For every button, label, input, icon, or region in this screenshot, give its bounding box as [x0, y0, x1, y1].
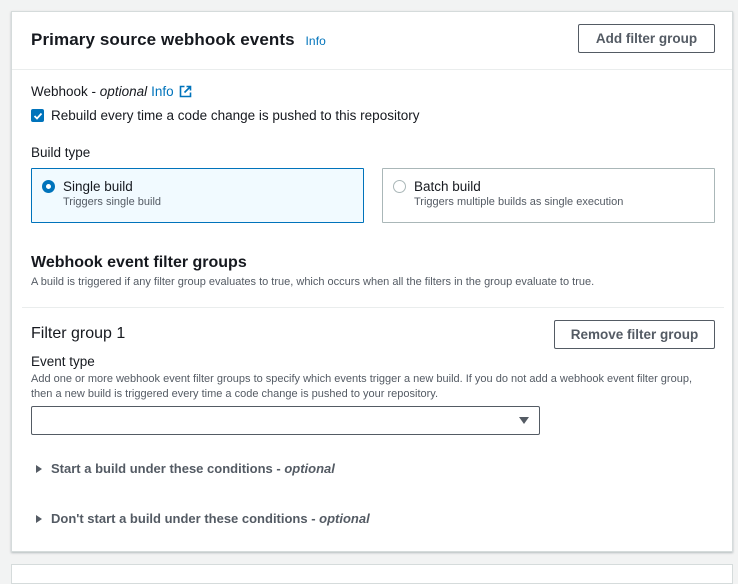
remove-filter-group-button[interactable]: Remove filter group [554, 320, 715, 349]
caret-right-icon [36, 464, 42, 473]
event-type-description-line-2: then a new build is triggered every time… [31, 388, 439, 400]
build-type-option-batch[interactable]: Batch build Triggers multiple builds as … [382, 168, 715, 223]
dont-start-conditions-separator: - [307, 511, 320, 526]
filter-groups-section-title: Webhook event filter groups [31, 254, 247, 271]
rebuild-checkbox[interactable] [31, 109, 44, 122]
single-build-radio[interactable] [42, 180, 55, 193]
batch-build-description: Triggers multiple builds as single execu… [414, 196, 624, 208]
rebuild-checkbox-row[interactable]: Rebuild every time a code change is push… [31, 108, 419, 123]
batch-build-title: Batch build [414, 179, 481, 194]
batch-build-radio[interactable] [393, 180, 406, 193]
panel-header: Primary source webhook events Info Add f… [12, 12, 732, 70]
panel-title-text: Primary source webhook events [31, 30, 295, 49]
filter-group-title: Filter group 1 [31, 325, 126, 342]
start-conditions-separator: - [272, 461, 285, 476]
webhook-optional-text: optional [99, 84, 148, 99]
webhook-label-separator: - [87, 84, 100, 99]
event-type-description-line-1: Add one or more webhook event filter gro… [31, 373, 692, 385]
checkmark-icon [33, 112, 42, 120]
panel-title: Primary source webhook events Info [31, 30, 326, 50]
event-type-description: Add one or more webhook event filter gro… [31, 372, 721, 402]
external-link-icon[interactable] [179, 85, 192, 98]
panel-info-link[interactable]: Info [306, 34, 326, 48]
webhook-events-panel: Primary source webhook events Info Add f… [11, 11, 733, 552]
webhook-label: Webhook - optional Info [31, 84, 192, 99]
caret-down-icon [519, 417, 529, 424]
build-type-option-single[interactable]: Single build Triggers single build [31, 168, 364, 223]
build-type-label: Build type [31, 145, 91, 160]
caret-right-icon [36, 514, 42, 523]
next-panel-edge [11, 564, 733, 584]
start-conditions-label: Start a build under these conditions [51, 461, 273, 476]
dont-start-conditions-optional: optional [319, 511, 370, 526]
dont-start-conditions-expander[interactable]: Don't start a build under these conditio… [36, 511, 370, 526]
webhook-info-link[interactable]: Info [151, 84, 174, 99]
single-build-title: Single build [63, 179, 133, 194]
start-conditions-expander[interactable]: Start a build under these conditions - o… [36, 461, 335, 476]
section-divider [22, 307, 724, 308]
add-filter-group-button[interactable]: Add filter group [578, 24, 715, 53]
event-type-label: Event type [31, 354, 95, 369]
event-type-select[interactable] [31, 406, 540, 435]
single-build-description: Triggers single build [63, 196, 162, 208]
webhook-label-text: Webhook [31, 84, 88, 99]
dont-start-conditions-label: Don't start a build under these conditio… [51, 511, 308, 526]
filter-groups-section-description: A build is triggered if any filter group… [31, 276, 595, 288]
start-conditions-optional: optional [284, 461, 335, 476]
rebuild-checkbox-label: Rebuild every time a code change is push… [51, 108, 420, 123]
